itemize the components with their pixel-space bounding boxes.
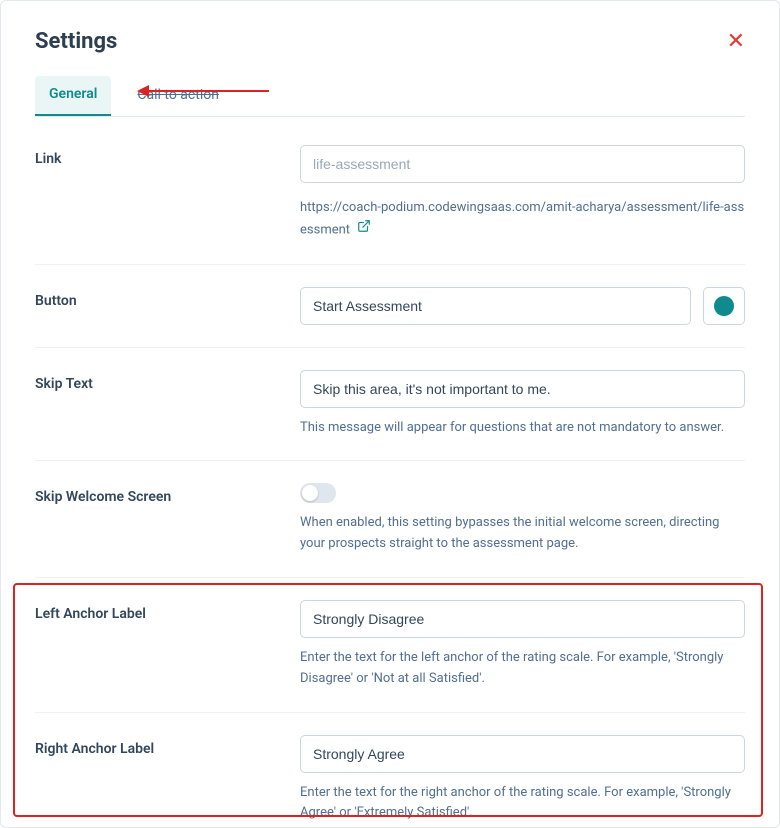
right-anchor-input[interactable]: [300, 735, 745, 773]
toggle-knob-icon: [302, 485, 318, 501]
skip-welcome-label: Skip Welcome Screen: [35, 483, 300, 555]
right-anchor-help: Enter the text for the right anchor of t…: [300, 783, 745, 825]
row-skip-text: Skip Text This message will appear for q…: [35, 348, 745, 462]
button-color-picker[interactable]: [703, 287, 745, 325]
tab-call-to-action[interactable]: Call to action: [123, 77, 233, 115]
button-label: Button: [35, 287, 300, 325]
close-icon: ✕: [727, 29, 745, 54]
link-url-row: https://coach-podium.codewingsaas.com/am…: [300, 197, 745, 242]
settings-panel: Settings ✕ General Call to action Link h…: [0, 0, 780, 828]
link-input[interactable]: [300, 145, 745, 183]
skip-text-help: This message will appear for questions t…: [300, 418, 745, 439]
button-text-input[interactable]: [300, 287, 691, 325]
skip-welcome-help: When enabled, this setting bypasses the …: [300, 513, 745, 555]
close-button[interactable]: ✕: [727, 31, 745, 53]
right-anchor-label: Right Anchor Label: [35, 735, 300, 825]
link-label: Link: [35, 145, 300, 242]
row-button: Button: [35, 265, 745, 348]
skip-text-label: Skip Text: [35, 370, 300, 439]
skip-text-input[interactable]: [300, 370, 745, 408]
row-right-anchor: Right Anchor Label Enter the text for th…: [35, 713, 745, 828]
left-anchor-help: Enter the text for the left anchor of th…: [300, 648, 745, 690]
tab-general[interactable]: General: [35, 76, 111, 116]
external-link-icon[interactable]: [357, 219, 371, 241]
row-skip-welcome: Skip Welcome Screen When enabled, this s…: [35, 461, 745, 578]
color-swatch-icon: [714, 296, 734, 316]
form: Link https://coach-podium.codewingsaas.c…: [35, 123, 745, 828]
left-anchor-input[interactable]: [300, 600, 745, 638]
row-link: Link https://coach-podium.codewingsaas.c…: [35, 123, 745, 265]
skip-welcome-toggle[interactable]: [300, 483, 336, 503]
left-anchor-label: Left Anchor Label: [35, 600, 300, 690]
tabs: General Call to action: [35, 76, 745, 117]
page-title: Settings: [35, 29, 745, 54]
row-left-anchor: Left Anchor Label Enter the text for the…: [35, 578, 745, 713]
